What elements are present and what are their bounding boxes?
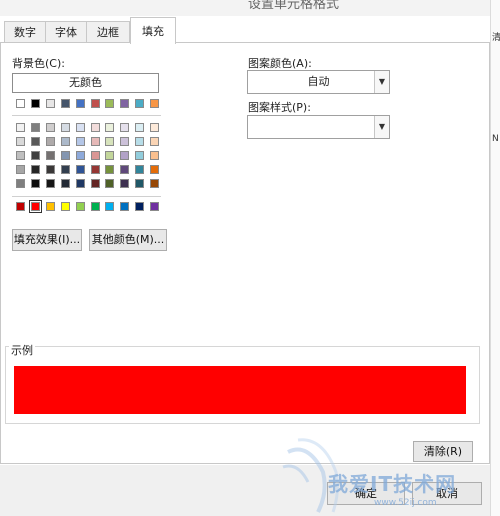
- basic-color-swatch[interactable]: [45, 99, 55, 108]
- theme-color-swatch[interactable]: [90, 165, 100, 174]
- standard-color-swatch[interactable]: [45, 202, 55, 211]
- theme-color-swatch[interactable]: [120, 137, 130, 146]
- theme-color-swatch[interactable]: [45, 123, 55, 132]
- theme-color-swatch[interactable]: [60, 165, 70, 174]
- tab-font[interactable]: 字体: [45, 21, 87, 42]
- theme-color-swatch[interactable]: [135, 123, 145, 132]
- basic-color-swatch[interactable]: [60, 99, 70, 108]
- tab-border[interactable]: 边框: [86, 21, 130, 42]
- basic-color-swatch[interactable]: [30, 99, 40, 108]
- pattern-color-label: 图案颜色(A):: [248, 57, 312, 70]
- tab-number[interactable]: 数字: [4, 21, 46, 42]
- theme-color-swatch[interactable]: [105, 151, 115, 160]
- theme-color-swatch[interactable]: [30, 151, 40, 160]
- chevron-down-icon[interactable]: ▼: [374, 71, 389, 93]
- basic-color-swatch[interactable]: [16, 99, 25, 108]
- standard-color-swatch[interactable]: [60, 202, 70, 211]
- basic-color-swatch[interactable]: [75, 99, 85, 108]
- standard-color-swatch[interactable]: [120, 202, 130, 211]
- theme-color-swatch[interactable]: [30, 137, 40, 146]
- theme-color-swatch[interactable]: [75, 151, 85, 160]
- theme-color-swatch[interactable]: [120, 179, 130, 188]
- basic-color-swatch[interactable]: [150, 99, 160, 108]
- basic-color-swatch[interactable]: [120, 99, 130, 108]
- no-color-button[interactable]: 无颜色: [12, 73, 159, 93]
- theme-color-swatch[interactable]: [75, 165, 85, 174]
- theme-color-swatch[interactable]: [135, 179, 145, 188]
- theme-color-swatch[interactable]: [45, 151, 55, 160]
- theme-color-swatch[interactable]: [30, 123, 40, 132]
- theme-color-swatch[interactable]: [90, 179, 100, 188]
- standard-color-swatch[interactable]: [90, 202, 100, 211]
- theme-color-swatch[interactable]: [120, 165, 130, 174]
- theme-color-swatch[interactable]: [150, 123, 160, 132]
- theme-color-swatch[interactable]: [150, 179, 160, 188]
- theme-color-swatch[interactable]: [150, 151, 160, 160]
- theme-color-swatch[interactable]: [45, 179, 55, 188]
- watermark-url: www.52ij.com: [374, 498, 437, 508]
- palette-divider: [12, 115, 161, 116]
- theme-color-swatch[interactable]: [60, 179, 70, 188]
- palette-divider: [12, 196, 161, 197]
- standard-color-swatch[interactable]: [75, 202, 85, 211]
- theme-color-swatch[interactable]: [105, 179, 115, 188]
- theme-color-swatch[interactable]: [60, 123, 70, 132]
- theme-color-swatch[interactable]: [16, 137, 25, 146]
- sheet-cell-text: N: [492, 134, 499, 144]
- sheet-cell-text: 清: [492, 33, 500, 43]
- watermark-text: 我爱IT技术网: [328, 472, 457, 496]
- theme-color-swatch[interactable]: [16, 151, 25, 160]
- theme-color-swatch[interactable]: [90, 137, 100, 146]
- sample-label: 示例: [9, 342, 35, 358]
- standard-color-swatch[interactable]: [150, 202, 160, 211]
- theme-color-swatch[interactable]: [45, 165, 55, 174]
- dialog-title: 设置单元格格式: [248, 0, 340, 12]
- theme-color-swatch[interactable]: [60, 151, 70, 160]
- theme-color-swatch[interactable]: [16, 179, 25, 188]
- theme-color-swatch[interactable]: [105, 165, 115, 174]
- pattern-style-select[interactable]: ▼: [247, 115, 390, 139]
- theme-color-swatch[interactable]: [135, 151, 145, 160]
- pattern-color-select[interactable]: 自动 ▼: [247, 70, 390, 94]
- standard-color-swatch[interactable]: [28, 200, 42, 213]
- theme-color-swatch[interactable]: [105, 123, 115, 132]
- theme-color-swatch[interactable]: [16, 123, 25, 132]
- basic-color-swatch[interactable]: [90, 99, 100, 108]
- more-colors-button[interactable]: 其他颜色(M)...: [89, 229, 167, 251]
- theme-color-swatch[interactable]: [135, 137, 145, 146]
- standard-color-swatch[interactable]: [105, 202, 115, 211]
- theme-color-swatch[interactable]: [16, 165, 25, 174]
- sample-preview: [14, 366, 466, 414]
- tab-fill[interactable]: 填充: [130, 17, 176, 44]
- standard-color-swatch[interactable]: [16, 202, 25, 211]
- basic-color-swatch[interactable]: [105, 99, 115, 108]
- theme-color-swatch[interactable]: [105, 137, 115, 146]
- theme-color-swatch[interactable]: [30, 165, 40, 174]
- theme-color-swatch[interactable]: [135, 165, 145, 174]
- dialog-title-bar: 设置单元格格式: [0, 0, 492, 16]
- fill-effects-button[interactable]: 填充效果(I)...: [12, 229, 82, 251]
- theme-color-swatch[interactable]: [60, 137, 70, 146]
- theme-color-swatch[interactable]: [90, 151, 100, 160]
- basic-color-swatch[interactable]: [135, 99, 145, 108]
- theme-color-swatch[interactable]: [30, 179, 40, 188]
- theme-color-swatch[interactable]: [75, 123, 85, 132]
- theme-color-swatch[interactable]: [45, 137, 55, 146]
- theme-color-swatch[interactable]: [90, 123, 100, 132]
- pattern-color-value: 自动: [307, 75, 330, 88]
- pattern-style-label: 图案样式(P):: [248, 101, 311, 114]
- background-color-label: 背景色(C):: [12, 57, 65, 70]
- standard-color-swatch[interactable]: [135, 202, 145, 211]
- theme-color-swatch[interactable]: [75, 179, 85, 188]
- theme-color-swatch[interactable]: [150, 165, 160, 174]
- theme-color-swatch[interactable]: [150, 137, 160, 146]
- theme-color-swatch[interactable]: [75, 137, 85, 146]
- chevron-down-icon[interactable]: ▼: [374, 116, 389, 138]
- theme-color-swatch[interactable]: [120, 151, 130, 160]
- theme-color-swatch[interactable]: [120, 123, 130, 132]
